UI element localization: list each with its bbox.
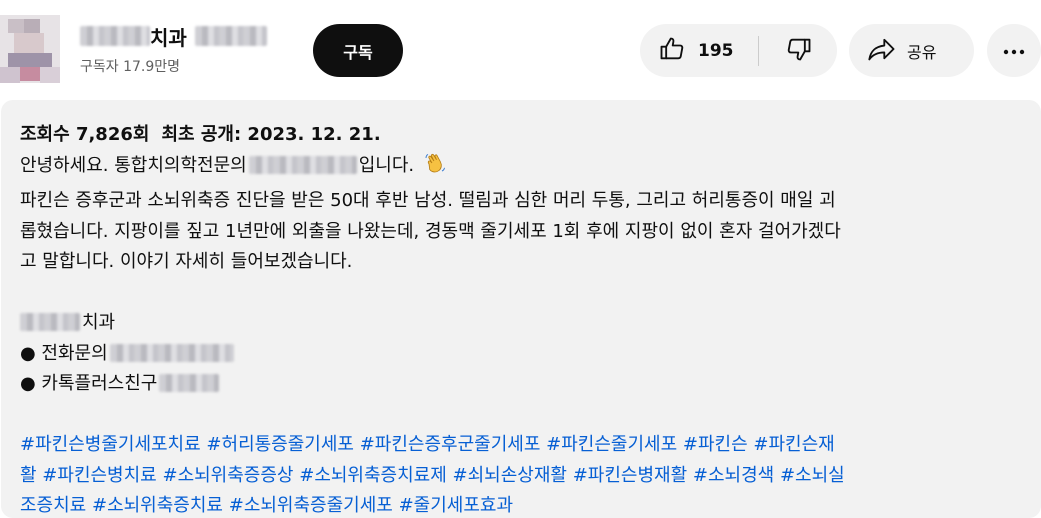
more-horizontal-icon <box>1002 41 1026 60</box>
hashtag-link[interactable]: #소뇌위축증증상 <box>162 465 293 486</box>
more-actions-button[interactable] <box>987 24 1041 77</box>
phone-label: ● 전화문의 <box>20 342 108 364</box>
hashtag-link[interactable]: #파킨슨 <box>683 434 748 455</box>
phone-number-redacted <box>109 343 234 362</box>
hashtag-link[interactable]: #파킨슨병치료 <box>42 465 156 486</box>
waving-hand-icon <box>424 152 446 187</box>
channel-avatar[interactable] <box>0 15 60 83</box>
hashtag-link[interactable]: 조증치료 <box>20 495 86 516</box>
hashtag-link[interactable]: #쇠뇌손상재활 <box>453 465 567 486</box>
channel-name-text: 치과 <box>150 25 187 50</box>
channel-name-redacted <box>80 26 150 46</box>
premiere-date: 최초 공개: 2023. 12. 21. <box>161 124 381 145</box>
hashtag-link[interactable]: #줄기세포효과 <box>399 495 513 516</box>
clinic-name-text: 치과 <box>82 312 116 333</box>
dislike-button[interactable] <box>760 24 837 77</box>
channel-name[interactable]: 치과 <box>80 22 267 50</box>
view-count: 조회수 7,826회 <box>20 124 150 145</box>
hashtag-link[interactable]: 활 <box>20 465 37 486</box>
clinic-name-line: 치과 <box>20 308 1041 339</box>
kakao-id-redacted <box>159 374 220 392</box>
thumbs-up-icon <box>658 35 686 67</box>
hashtag-line: #파킨슨병줄기세포치료 #허리통증줄기세포 #파킨슨증후군줄기세포 #파킨슨줄기… <box>20 430 1030 461</box>
hashtag-link[interactable]: #소뇌위축증치료 <box>92 495 223 516</box>
hashtag-link[interactable]: #소뇌실 <box>780 465 845 486</box>
clinic-name-redacted <box>20 313 80 331</box>
description-body: 파킨슨 증후군과 소뇌위축증 진단을 받은 50대 후반 남성. 떨림과 심한 … <box>20 186 1030 278</box>
hashtag-link[interactable]: #소뇌위축증줄기세포 <box>229 495 393 516</box>
hashtag-link[interactable]: #파킨슨재 <box>753 434 834 455</box>
hashtag-link[interactable]: #파킨슨줄기세포 <box>546 434 677 455</box>
body-line: 파킨슨 증후군과 소뇌위축증 진단을 받은 50대 후반 남성. 떨림과 심한 … <box>20 190 836 211</box>
hashtag-line: 활 #파킨슨병치료 #소뇌위축증증상 #소뇌위축증치료제 #쇠뇌손상재활 #파킨… <box>20 461 1030 492</box>
hashtag-link[interactable]: #소뇌경색 <box>693 465 774 486</box>
body-line: 롭혔습니다. 지팡이를 짚고 1년만에 외출을 나왔는데, 경동맥 줄기세포 1… <box>20 220 841 242</box>
body-line: 고 말합니다. 이야기 자세히 들어보겠습니다. <box>20 251 353 272</box>
like-divider <box>758 36 759 66</box>
share-label: 공유 <box>907 42 937 62</box>
hashtag-link[interactable]: #파킨슨병줄기세포치료 <box>20 434 201 455</box>
greeting-end: 입니다. <box>358 154 415 176</box>
subscriber-count: 구독자 17.9만명 <box>80 59 181 75</box>
greeting-line: 안녕하세요. 통합치의학전문의 입니다. <box>20 151 1041 187</box>
share-icon <box>867 35 897 67</box>
share-button[interactable]: 공유 <box>849 24 974 77</box>
subscribe-button[interactable]: 구독 <box>313 24 403 77</box>
kakao-line: ● 카톡플러스친구 <box>20 369 1041 400</box>
phone-line: ● 전화문의 <box>20 339 1041 370</box>
kakao-label: ● 카톡플러스친구 <box>20 373 158 394</box>
video-owner-row: 치과 구독자 17.9만명 구독 195 공유 <box>0 0 1041 100</box>
hashtag-link[interactable]: #허리통증줄기세포 <box>206 434 354 455</box>
channel-name-redacted <box>194 26 267 46</box>
hashtag-link[interactable]: #파킨슨증후군줄기세포 <box>360 434 541 455</box>
thumbs-down-icon <box>785 35 813 67</box>
description-meta: 조회수 7,826회 최초 공개: 2023. 12. 21. <box>20 120 1041 151</box>
hashtag-link[interactable]: #소뇌위축증치료제 <box>299 465 447 486</box>
hashtag-link[interactable]: #파킨슨병재활 <box>573 465 687 486</box>
hashtag-list: #파킨슨병줄기세포치료 #허리통증줄기세포 #파킨슨증후군줄기세포 #파킨슨줄기… <box>20 430 1030 518</box>
like-count: 195 <box>698 40 734 61</box>
greeting-text: 안녕하세요. 통합치의학전문의 <box>20 154 247 176</box>
like-button[interactable]: 195 <box>640 24 760 77</box>
video-description[interactable]: 조회수 7,826회 최초 공개: 2023. 12. 21. 안녕하세요. 통합… <box>1 100 1041 518</box>
doctor-name-redacted <box>248 155 357 174</box>
hashtag-line: 조증치료 #소뇌위축증치료 #소뇌위축증줄기세포 #줄기세포효과 <box>20 491 1030 518</box>
